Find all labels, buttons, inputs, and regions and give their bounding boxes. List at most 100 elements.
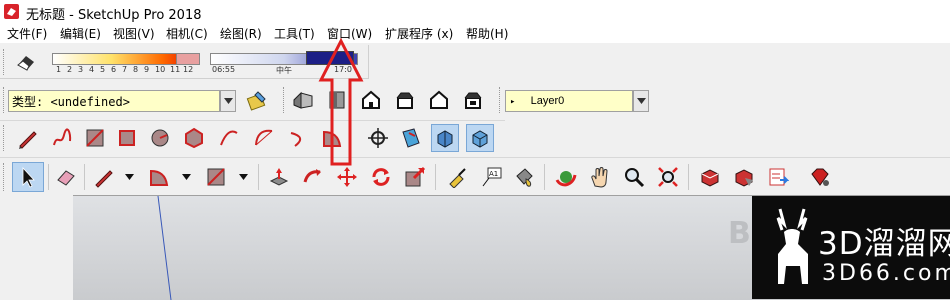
layer-combo-value: Layer0 [530,95,565,107]
menu-tools[interactable]: 工具(T) [274,25,315,42]
hand-icon [591,167,608,188]
type-combo-dropdown[interactable] [220,90,236,112]
orbit-tool-button[interactable] [552,163,580,191]
month-slider-thumb[interactable] [176,53,200,65]
extension-warehouse-button[interactable] [806,163,834,191]
toolbar-grip[interactable] [499,87,503,113]
polygon-tool-button[interactable] [180,124,208,152]
text-label-icon: A1 [482,167,502,187]
three-point-arc-button[interactable] [284,124,312,152]
right-view-button[interactable] [391,86,419,114]
drawing-toolbar [0,120,505,156]
shape-tool-button[interactable] [202,163,230,191]
two-point-arc-button[interactable] [250,124,278,152]
line-tool-button[interactable] [90,163,118,191]
pie-icon [150,169,169,186]
polygon-icon [185,127,203,149]
freehand-icon [53,128,72,146]
layer-combo-dropdown[interactable] [633,90,649,112]
crosshair-icon [368,128,388,148]
month-tick: 6 [111,65,117,74]
scale-tool-button[interactable] [401,163,429,191]
zoom-tool-button[interactable] [620,163,648,191]
toolbar-separator [435,164,436,190]
toolbar-grip[interactable] [3,163,7,191]
menu-draw[interactable]: 绘图(R) [220,25,262,42]
annotation-arrow-icon [318,38,364,166]
3d-warehouse-button[interactable] [696,163,724,191]
watermark-brand: 3D溜溜网 [818,226,950,262]
paint-bucket-icon [516,168,533,187]
arc-tool-button[interactable] [145,163,173,191]
share-component-icon [769,168,789,186]
pencil-icon [19,131,37,149]
section-plane-button[interactable] [397,124,425,152]
zoom-extents-button[interactable] [654,163,682,191]
shape-tool-dropdown[interactable] [236,163,250,191]
select-tool-button[interactable] [12,162,44,192]
circle-tool-button[interactable] [146,124,174,152]
rotate-tool-button[interactable] [367,163,395,191]
rotate-icon [372,168,390,186]
views-toolbar [281,82,493,118]
menu-camera[interactable]: 相机(C) [166,25,208,42]
share-model-icon [735,169,753,187]
rectangle-tool-button[interactable] [81,124,109,152]
two-point-arc-icon [255,129,273,146]
toolbar-grip[interactable] [3,49,7,75]
section-planes-icon [437,130,453,148]
left-view-button[interactable] [459,86,487,114]
toolbar-grip[interactable] [3,87,7,113]
eraser-icon [57,170,75,186]
window-title: 无标题 - SketchUp Pro 2018 [26,8,202,23]
eraser-tool-button[interactable] [52,163,80,191]
toolbar-separator [48,164,49,190]
back-view-button[interactable] [425,86,453,114]
tag-edit-icon [246,91,266,111]
iso-house-icon [293,91,313,109]
month-tick: 1 [56,65,62,74]
shadow-toggle-button[interactable] [12,48,40,76]
arc-tool-dropdown[interactable] [179,163,193,191]
menu-view[interactable]: 视图(V) [113,25,155,42]
toolbar-grip[interactable] [3,125,7,151]
entity-info-toolbar: 类型: <undefined> [0,82,275,118]
position-camera-button[interactable] [364,124,392,152]
month-tick: 10 [155,65,166,74]
toolbar-grip[interactable] [283,87,287,113]
arc-tool-button[interactable] [215,124,243,152]
push-pull-button[interactable] [265,163,293,191]
menu-edit[interactable]: 编辑(E) [60,25,101,42]
layer-combo[interactable]: ▸ Layer0 [505,90,633,112]
menu-help[interactable]: 帮助(H) [466,25,508,42]
share-component-button[interactable] [764,163,792,191]
sketchup-logo-icon [4,4,19,19]
paint-bucket-button[interactable] [510,163,538,191]
warehouse-icon [701,169,719,187]
iso-view-button[interactable] [289,86,317,114]
text-tool-button[interactable]: A1 [477,163,505,191]
month-tick: 5 [100,65,106,74]
tape-measure-button[interactable] [443,163,471,191]
extension-warehouse-icon [811,168,829,186]
rotated-rectangle-button[interactable] [113,124,141,152]
share-model-button[interactable] [730,163,758,191]
type-combo[interactable]: 类型: <undefined> [8,90,220,112]
display-section-planes-button[interactable] [431,124,459,152]
line-tool-dropdown[interactable] [122,163,136,191]
select-arrow-icon [22,166,35,188]
line-tool-button[interactable] [14,124,42,152]
pan-tool-button[interactable] [586,163,614,191]
menu-file[interactable]: 文件(F) [7,25,47,42]
menu-extensions[interactable]: 扩展程序 (x) [385,25,453,42]
push-pull-icon [269,168,289,186]
right-house-icon [396,92,414,109]
menu-bar: 文件(F) 编辑(E) 视图(V) 相机(C) 绘图(R) 工具(T) 窗口(W… [0,23,950,43]
display-section-cuts-button[interactable] [466,124,494,152]
month-tick: 2 [67,65,73,74]
freehand-tool-button[interactable] [48,124,76,152]
toolbar-separator [84,164,85,190]
tag-pencil-button[interactable] [243,86,271,114]
triangle-down-icon [124,174,134,180]
cursor-arrow-icon: ▸ [510,97,516,107]
